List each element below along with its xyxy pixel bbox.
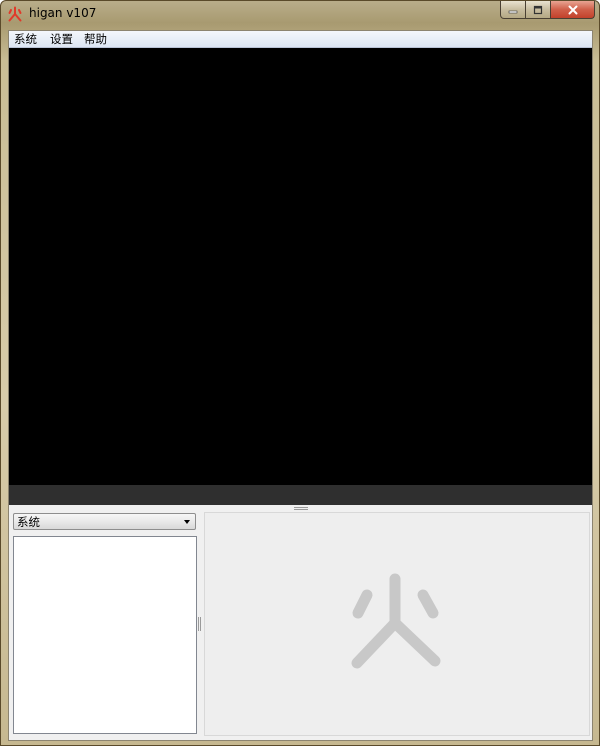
- higan-fire-icon: [8, 6, 22, 22]
- window-title: higan v107: [29, 6, 97, 20]
- emulator-viewport[interactable]: [9, 48, 592, 485]
- system-select-value: 系统: [17, 515, 40, 529]
- caption-buttons: [500, 1, 595, 21]
- dropdown-arrow-icon: [184, 520, 190, 524]
- horizontal-resize-grip[interactable]: [294, 507, 308, 510]
- system-panel: 系统: [13, 513, 197, 735]
- title-bar[interactable]: higan v107: [1, 1, 599, 27]
- system-list[interactable]: [13, 536, 197, 734]
- app-window: higan v107 系统 设置 帮助 系统: [0, 0, 600, 746]
- status-bar: [9, 485, 592, 505]
- maximize-button[interactable]: [526, 1, 551, 19]
- maximize-icon: [533, 5, 543, 14]
- menu-bar: 系统 设置 帮助: [9, 31, 592, 48]
- higan-fire-logo: [351, 573, 441, 669]
- close-icon: [568, 5, 577, 14]
- system-select[interactable]: 系统: [13, 513, 196, 530]
- info-panel: [204, 512, 590, 736]
- menu-system[interactable]: 系统: [14, 32, 37, 46]
- vertical-resize-grip[interactable]: [198, 617, 201, 631]
- minimize-button[interactable]: [500, 1, 526, 19]
- menu-settings[interactable]: 设置: [50, 32, 73, 46]
- menu-help[interactable]: 帮助: [84, 32, 107, 46]
- close-button[interactable]: [551, 1, 595, 19]
- minimize-icon: [508, 10, 518, 13]
- client-area: 系统 设置 帮助 系统: [8, 30, 593, 741]
